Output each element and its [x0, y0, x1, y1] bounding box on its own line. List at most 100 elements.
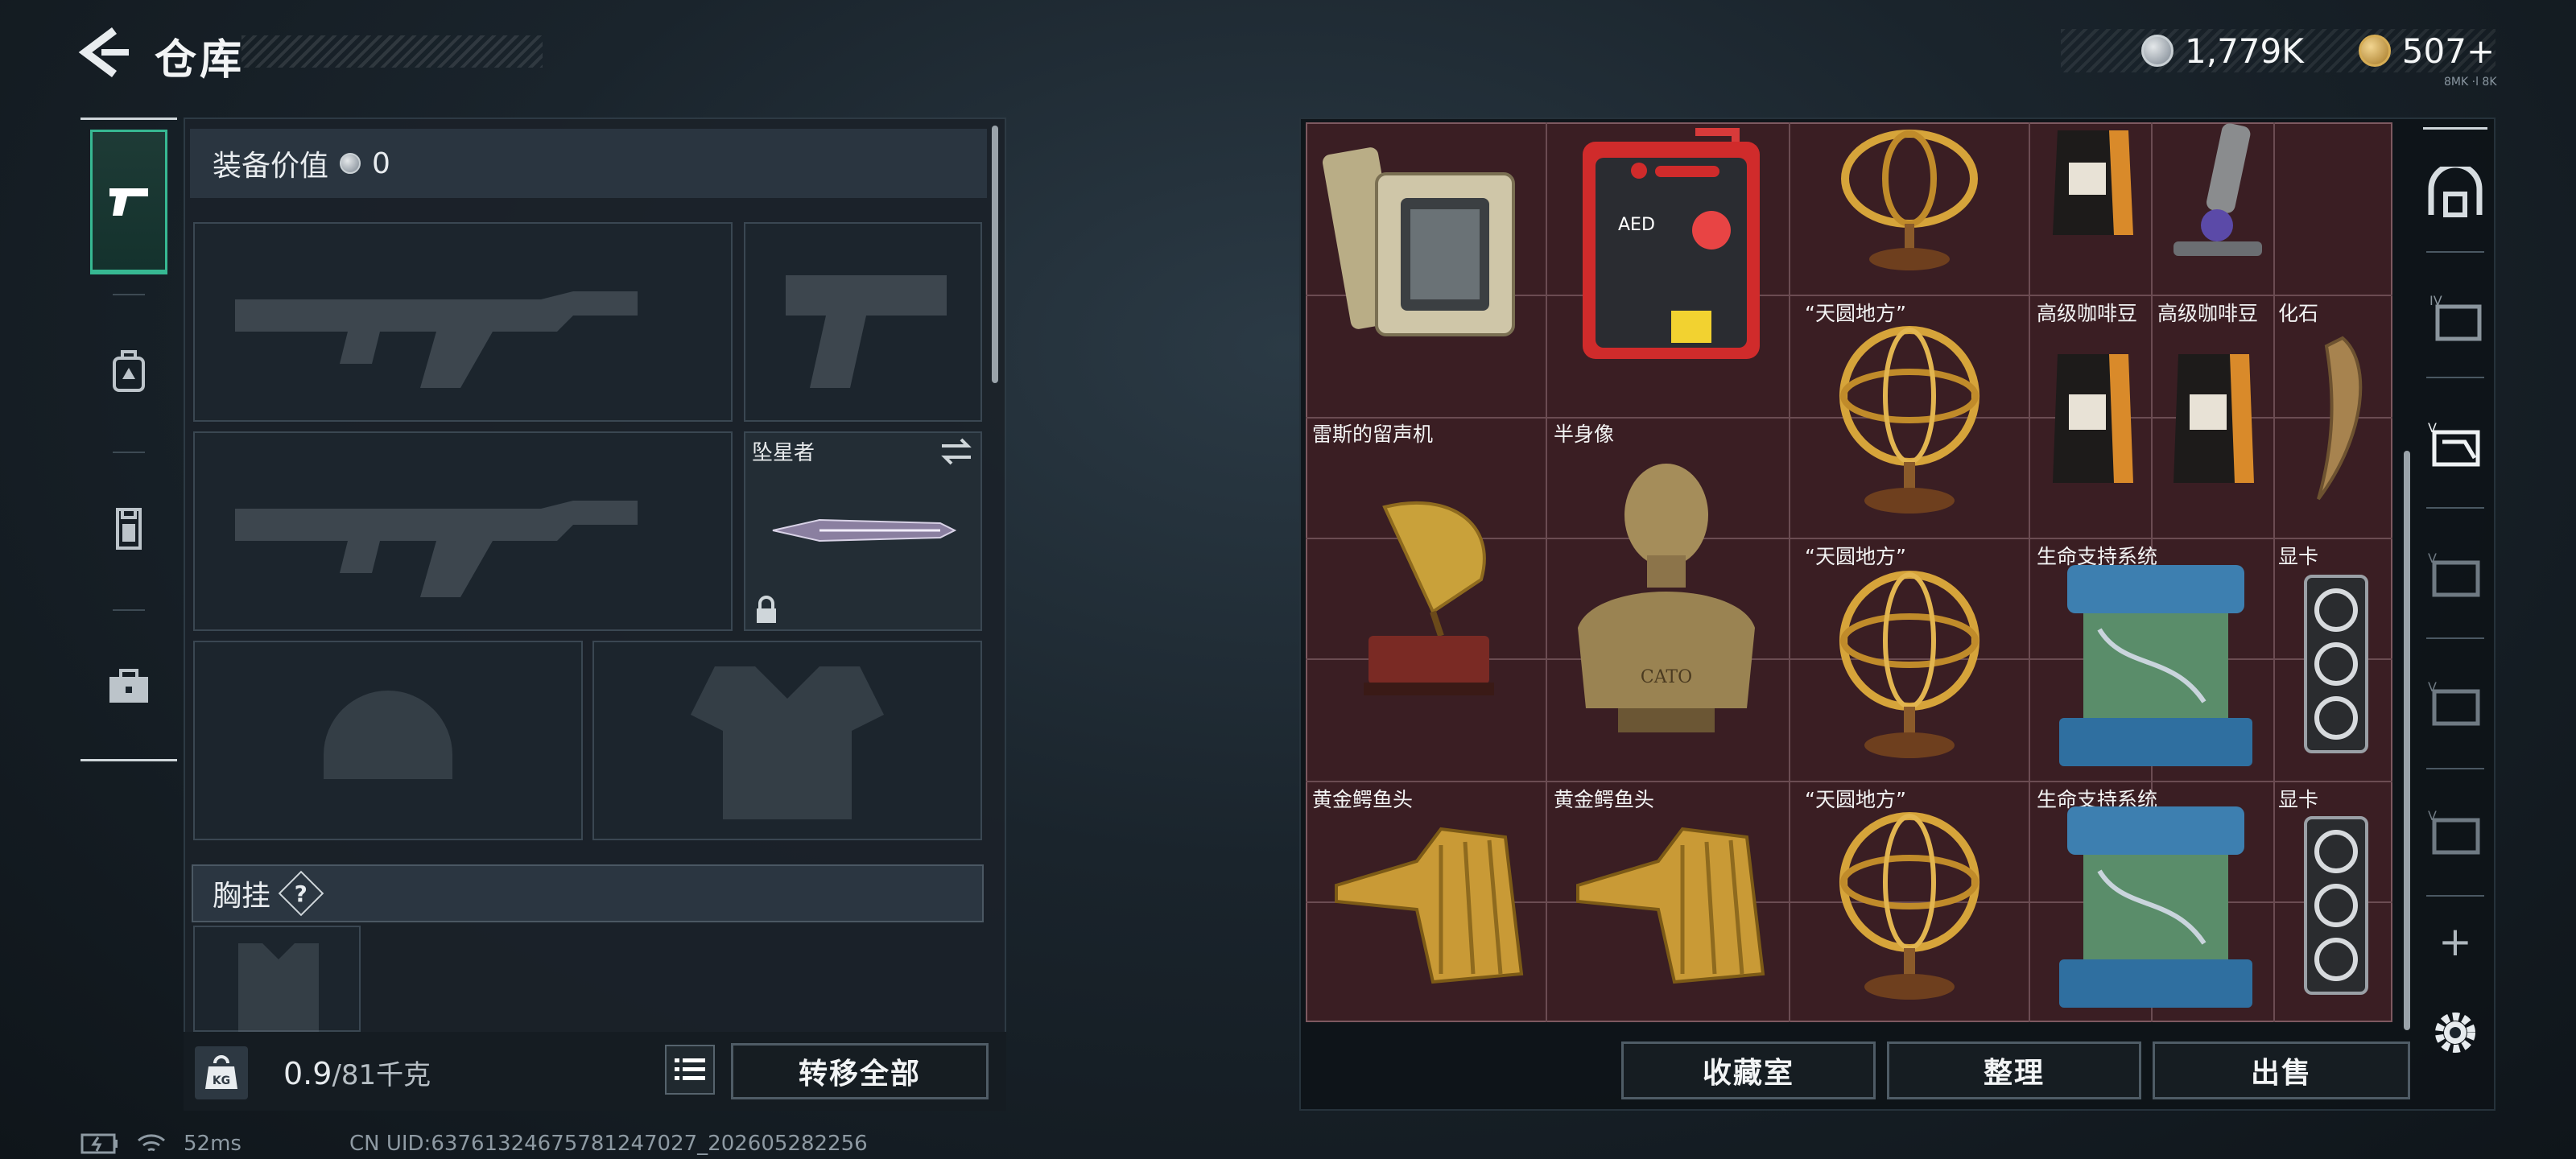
pistol-icon: [109, 188, 148, 216]
nav-storage-home[interactable]: [2418, 140, 2492, 245]
toolbox-icon: [109, 669, 148, 703]
tab-backpack[interactable]: [90, 299, 167, 443]
collection-room-button[interactable]: 收藏室: [1621, 1041, 1876, 1099]
settings-button[interactable]: [2418, 996, 2492, 1069]
item-bust[interactable]: CATO: [1570, 451, 1763, 740]
silver-coin-icon: [2141, 35, 2174, 67]
lock-icon: [757, 596, 776, 623]
item-label: 显卡: [2278, 788, 2319, 811]
item-label: 化石: [2278, 302, 2319, 325]
weight-icon: KG: [195, 1046, 248, 1099]
item-gramophone[interactable]: [1352, 491, 1505, 708]
chest-rig-silhouette-icon: [238, 943, 319, 1032]
tab-weapon[interactable]: [90, 130, 167, 274]
item-golden-croc-1[interactable]: [1328, 813, 1530, 998]
storage-box-iv-icon: IV: [2429, 293, 2482, 341]
item-coffee-beans-2[interactable]: [2045, 346, 2141, 491]
item-life-support-1[interactable]: [2051, 557, 2260, 774]
gramophone-icon: [1364, 501, 1494, 695]
helmet-slot[interactable]: [193, 641, 583, 840]
item-armillary-sphere-1[interactable]: [1821, 122, 1998, 275]
armor-silhouette-icon: [691, 666, 884, 819]
add-storage-button[interactable]: +: [2418, 909, 2492, 974]
svg-text:KG: KG: [213, 1074, 230, 1087]
sidearm-slot[interactable]: [744, 222, 982, 422]
rifle-silhouette-icon: [235, 501, 638, 597]
item-label: 黄金鳄鱼头: [1312, 788, 1414, 811]
item-armillary-sphere-3[interactable]: [1821, 560, 1998, 761]
bust-statue-icon: CATO: [1578, 464, 1755, 732]
coffee-bag-icon: [2174, 354, 2254, 483]
transfer-all-button[interactable]: 转移全部: [731, 1043, 989, 1099]
primary-weapon-slot[interactable]: [193, 222, 733, 422]
life-support-system-icon: [2059, 806, 2252, 1008]
loadout-scrollbar[interactable]: [992, 126, 998, 383]
back-button[interactable]: [77, 27, 134, 77]
item-life-support-2[interactable]: [2051, 798, 2260, 1016]
golden-crocodile-head-icon: [1335, 827, 1524, 984]
silver-currency-amount: 1,779K: [2185, 31, 2304, 71]
robot-arm-icon: [2174, 123, 2262, 256]
storage-box-v-icon: V: [2428, 679, 2480, 726]
body-armor-slot[interactable]: [592, 641, 982, 840]
storage-scrollbar[interactable]: [2404, 451, 2410, 1030]
melee-label: 坠星者: [752, 441, 815, 465]
item-gpu-1[interactable]: [2294, 571, 2375, 757]
user-uid: CN UID:637613246757812470‍27_20260528225…: [349, 1132, 868, 1156]
item-armillary-sphere-2[interactable]: [1821, 316, 1998, 517]
tab-armor[interactable]: [90, 456, 167, 601]
melee-slot[interactable]: 坠星者: [744, 431, 982, 631]
chest-rig-header: 胸挂 ?: [192, 864, 984, 922]
backpack-icon: [113, 350, 145, 392]
item-coffee-beans-3[interactable]: [2165, 346, 2262, 491]
nav-storage-V-3[interactable]: V: [2418, 650, 2492, 755]
nav-storage-IV[interactable]: IV: [2418, 264, 2492, 369]
kettlebell-icon: KG: [205, 1055, 237, 1089]
status-bar: 52ms CN UID:637613246757812470‍27_202605…: [80, 1132, 868, 1156]
sort-button[interactable]: 整理: [1887, 1041, 2141, 1099]
help-button[interactable]: ?: [278, 870, 324, 917]
aed-icon: AED: [1583, 128, 1760, 359]
header-small-note: 8MK ·l 8K: [2444, 76, 2497, 89]
vest-icon: [116, 508, 142, 550]
list-icon: [675, 1058, 705, 1080]
item-robot-arm[interactable]: [2165, 121, 2270, 266]
item-golden-croc-2[interactable]: [1570, 813, 1771, 998]
weight-max: /81千克: [332, 1059, 431, 1091]
nav-storage-V-2[interactable]: V: [2418, 522, 2492, 626]
nav-storage-V-active[interactable]: V: [2418, 391, 2492, 496]
swap-icon[interactable]: [940, 438, 972, 465]
sell-button[interactable]: 出售: [2153, 1041, 2410, 1099]
item-gpu-2[interactable]: [2294, 813, 2375, 998]
wifi-icon: [138, 1134, 165, 1152]
item-armillary-sphere-4[interactable]: [1821, 802, 1998, 1003]
armillary-sphere-icon: [1839, 326, 1979, 514]
armillary-sphere-icon: [1841, 130, 1978, 270]
item-tablet-case[interactable]: [1320, 126, 1530, 351]
melee-blade-icon: [772, 518, 956, 542]
life-support-system-icon: [2059, 565, 2252, 766]
coffee-bag-icon: [2053, 354, 2133, 483]
item-aed[interactable]: AED: [1575, 126, 1768, 367]
chest-rig-label: 胸挂: [213, 880, 271, 913]
gold-currency-amount[interactable]: 507+: [2402, 31, 2495, 71]
svg-text:AED: AED: [1618, 215, 1655, 235]
list-view-button[interactable]: [665, 1045, 715, 1095]
tab-case[interactable]: [90, 614, 167, 759]
secondary-weapon-slot[interactable]: [193, 431, 733, 631]
nav-storage-V-4[interactable]: V: [2418, 779, 2492, 884]
item-fossil[interactable]: [2294, 330, 2375, 507]
warehouse-icon: [2428, 167, 2483, 217]
back-arrow-icon: [78, 27, 129, 77]
item-label: 高级咖啡豆: [2037, 302, 2138, 325]
left-tab-column: [80, 118, 177, 761]
item-coffee-beans-1[interactable]: [2045, 122, 2141, 243]
chest-rig-slot[interactable]: [193, 926, 361, 1032]
rugged-case-icon: [1323, 147, 1515, 336]
item-label: 显卡: [2278, 545, 2319, 568]
coffee-bag-icon: [2053, 130, 2133, 235]
graphics-card-icon: [2304, 816, 2368, 995]
silver-coin-icon: [340, 153, 361, 174]
graphics-card-icon: [2304, 575, 2368, 753]
item-label: 半身像: [1554, 423, 1615, 446]
